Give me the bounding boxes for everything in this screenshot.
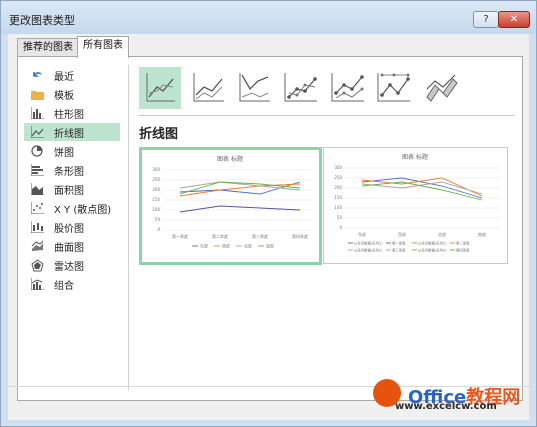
legend-entry: 西部 [222, 243, 230, 249]
radar-chart-icon [30, 258, 44, 272]
chart-preview-1[interactable]: 图表 标题 300 250 200 150 100 50 0 第一季度 第二季度… [139, 147, 322, 265]
help-button[interactable]: ? [473, 11, 499, 28]
pie-chart-icon [30, 144, 44, 158]
sidebar-item-scatter[interactable]: X Y (散点图) [24, 199, 120, 217]
chart-preview-2[interactable]: 图表 标题 300 250 200 150 100 50 0 东部 西部 北部 … [323, 147, 508, 264]
x-tick: 南部 [478, 231, 486, 237]
sidebar-item-label: 饼图 [54, 147, 74, 159]
x-tick: 第四季度 [292, 233, 308, 239]
y-tick: 200 [334, 185, 342, 190]
tab-recommended-charts[interactable]: 推荐的图表 [17, 38, 79, 57]
dialog-window: 更改图表类型 ? ✕ 推荐的图表 所有图表 最近 模板 柱形图 折线图 饼图 条… [0, 0, 537, 427]
y-tick: 0 [339, 225, 342, 230]
sidebar-item-label: 曲面图 [54, 242, 84, 254]
sidebar-item-bar[interactable]: 条形图 [24, 161, 120, 179]
sidebar-item-label: 折线图 [54, 128, 84, 140]
legend-entry: 第一季度 [392, 240, 406, 245]
sidebar-item-label: 条形图 [54, 166, 84, 178]
sidebar-item-stock[interactable]: 股价图 [24, 218, 120, 236]
legend-entry: 从系列数据(系列2) [418, 240, 447, 245]
line-subtype-1[interactable] [139, 67, 181, 109]
surface-chart-icon [30, 239, 44, 253]
sidebar-divider [128, 65, 129, 390]
sidebar-item-area[interactable]: 面积图 [24, 180, 120, 198]
x-tick: 第二季度 [212, 233, 228, 239]
area-chart-icon [30, 182, 44, 196]
y-tick: 250 [334, 175, 342, 180]
sidebar-item-recent[interactable]: 最近 [24, 66, 120, 84]
chart-type-heading: 折线图 [139, 127, 179, 142]
y-tick: 300 [334, 165, 342, 170]
y-tick: 150 [152, 197, 160, 202]
legend-entry: 第二季度 [456, 240, 470, 245]
combo-chart-icon [30, 277, 44, 291]
sidebar-item-radar[interactable]: 雷达图 [24, 256, 120, 274]
preview-1-chart: 图表 标题 300 250 200 150 100 50 0 第一季度 第二季度… [152, 155, 312, 249]
y-tick: 250 [152, 177, 160, 182]
line-markers-subtype-2[interactable] [328, 67, 370, 109]
x-tick: 西部 [398, 231, 406, 237]
bar-chart-icon [30, 163, 44, 177]
y-tick: 100 [152, 207, 160, 212]
legend-entry: 第四季度 [456, 247, 470, 252]
line-subtype-2[interactable] [188, 67, 230, 109]
y-tick: 300 [152, 167, 160, 172]
undo-recent-icon [30, 68, 44, 82]
y-tick: 50 [337, 215, 343, 220]
line-markers-subtype-1[interactable] [281, 67, 323, 109]
legend-entry: 从系列数据(系列1) [354, 240, 383, 245]
legend-entry: 北部 [244, 243, 252, 249]
tab-all-charts[interactable]: 所有图表 [77, 36, 129, 58]
dialog-client: 推荐的图表 所有图表 最近 模板 柱形图 折线图 饼图 条形图 面积图 X Y … [8, 34, 529, 420]
x-tick: 北部 [438, 231, 446, 237]
y-tick: 200 [152, 187, 160, 192]
sidebar-item-label: 雷达图 [54, 261, 84, 273]
sidebar-item-label: 组合 [54, 280, 74, 292]
sidebar-item-combo[interactable]: 组合 [24, 275, 120, 293]
sidebar-item-label: 股价图 [54, 223, 84, 235]
gallery-divider [138, 115, 514, 116]
3d-line-subtype[interactable] [421, 67, 463, 109]
sidebar-item-pie[interactable]: 饼图 [24, 142, 120, 160]
legend-entry: 从系列数据(系列4) [418, 247, 447, 252]
scatter-chart-icon [30, 201, 44, 215]
y-tick: 0 [157, 227, 160, 232]
sidebar-item-column[interactable]: 柱形图 [24, 104, 120, 122]
sidebar-item-label: 柱形图 [54, 109, 84, 121]
y-tick: 150 [334, 195, 342, 200]
x-tick: 东部 [358, 231, 366, 237]
watermark-url: www.excelcw.com [395, 401, 497, 412]
legend-entry: 第三季度 [392, 247, 406, 252]
stock-chart-icon [30, 220, 44, 234]
y-tick: 50 [155, 217, 161, 222]
sidebar-item-label: 模板 [54, 90, 74, 102]
close-button[interactable]: ✕ [498, 11, 530, 28]
line-chart-icon [30, 125, 44, 139]
series-line [361, 177, 483, 197]
column-chart-icon [30, 106, 44, 120]
sidebar-item-label: X Y (散点图) [54, 204, 112, 216]
sidebar-item-label: 面积图 [54, 185, 84, 197]
line-markers-subtype-3[interactable] [374, 67, 416, 109]
title-bar: 更改图表类型 ? ✕ [1, 1, 536, 34]
sidebar-item-label: 最近 [54, 71, 74, 83]
x-tick: 第三季度 [252, 233, 268, 239]
sidebar-item-surface[interactable]: 曲面图 [24, 237, 120, 255]
legend-entry: 东部 [200, 243, 208, 249]
all-charts-panel: 最近 模板 柱形图 折线图 饼图 条形图 面积图 X Y (散点图) 股价图 曲… [17, 56, 523, 401]
line-subtype-3[interactable] [234, 67, 276, 109]
preview-2-chart: 图表 标题 300 250 200 150 100 50 0 东部 西部 北部 … [334, 153, 500, 252]
y-tick: 100 [334, 205, 342, 210]
folder-icon [30, 87, 44, 101]
sidebar-item-line[interactable]: 折线图 [24, 123, 120, 141]
legend-entry: 从系列数据(系列3) [354, 247, 383, 252]
x-tick: 第一季度 [172, 233, 188, 239]
legend-entry: 南部 [266, 243, 274, 249]
preview-2-title: 图表 标题 [402, 153, 428, 161]
series-line [179, 205, 301, 213]
dialog-title: 更改图表类型 [9, 14, 75, 27]
sidebar-item-templates[interactable]: 模板 [24, 85, 120, 103]
preview-1-title: 图表 标题 [217, 155, 243, 163]
